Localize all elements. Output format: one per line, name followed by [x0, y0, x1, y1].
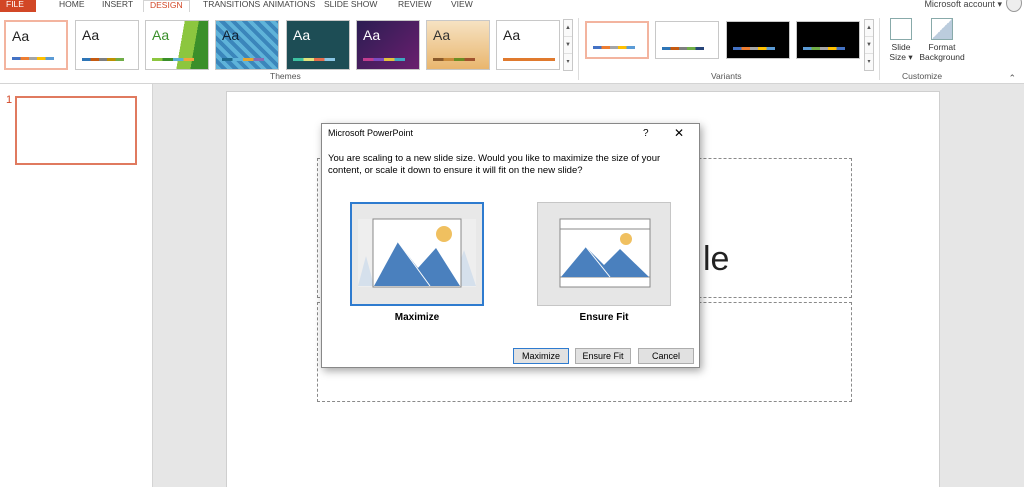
slide-thumbnail-pane: 1: [0, 84, 153, 487]
maximize-illustration-icon: [358, 218, 476, 288]
theme-office-2[interactable]: Aa: [75, 20, 139, 70]
color-strip: [433, 58, 475, 61]
slide-number: 1: [6, 94, 13, 106]
slide-size-button[interactable]: Slide Size ▾: [884, 18, 918, 62]
color-strip: [82, 58, 124, 61]
theme-office[interactable]: Aa: [4, 20, 68, 70]
ribbon: Aa Aa Aa Aa Aa Aa Aa Aa ▲ ▼ ▾ Themes ▲ ▼…: [0, 12, 1024, 84]
variants-group-label: Variants: [711, 71, 742, 81]
variant-3[interactable]: [726, 21, 790, 59]
ensure-fit-option[interactable]: [537, 202, 671, 306]
theme-retrospect[interactable]: Aa: [496, 20, 560, 70]
paint-bucket-icon: [931, 18, 953, 40]
color-strip: [222, 58, 264, 61]
theme-sample-text: Aa: [222, 27, 240, 43]
scroll-down-icon[interactable]: ▼: [865, 37, 873, 54]
tab-home[interactable]: HOME: [53, 0, 91, 12]
theme-sample-text: Aa: [503, 27, 521, 43]
more-icon[interactable]: ▾: [865, 54, 873, 71]
ensure-fit-button[interactable]: Ensure Fit: [575, 348, 631, 364]
format-background-button[interactable]: Format Background: [915, 18, 969, 62]
themes-gallery-scroll[interactable]: ▲ ▼ ▾: [563, 19, 573, 71]
theme-facet[interactable]: Aa: [145, 20, 209, 70]
tab-design[interactable]: DESIGN: [143, 0, 190, 12]
title-text: le: [703, 240, 730, 278]
color-strip: [662, 47, 704, 50]
theme-sample-text: Aa: [12, 28, 30, 44]
tab-animations[interactable]: ANIMATIONS: [257, 0, 321, 12]
color-strip: [293, 58, 335, 61]
cancel-button[interactable]: Cancel: [638, 348, 694, 364]
maximize-option-label: Maximize: [394, 312, 440, 323]
group-divider: [879, 18, 880, 80]
slide-size-icon: [890, 18, 912, 40]
scale-dialog: Microsoft PowerPoint ? ✕ You are scaling…: [321, 123, 700, 368]
avatar[interactable]: [1006, 0, 1022, 12]
theme-sample-text: Aa: [152, 27, 170, 43]
color-strip: [503, 58, 555, 61]
more-icon[interactable]: ▾: [564, 54, 572, 71]
slide-size-label: Slide Size: [889, 42, 911, 62]
scroll-up-icon[interactable]: ▲: [865, 20, 873, 37]
tab-slide-show[interactable]: SLIDE SHOW: [318, 0, 383, 12]
variant-1[interactable]: [585, 21, 649, 59]
ensure-fit-illustration-icon: [559, 218, 651, 288]
theme-ion[interactable]: Aa: [286, 20, 350, 70]
theme-sample-text: Aa: [293, 27, 311, 43]
ensure-fit-option-label: Ensure Fit: [579, 312, 629, 323]
tab-file[interactable]: FILE: [0, 0, 36, 12]
color-strip: [593, 46, 635, 49]
slide-thumbnail[interactable]: [15, 96, 137, 165]
scroll-up-icon[interactable]: ▲: [564, 20, 572, 37]
account-label: Microsoft account: [924, 0, 995, 9]
color-strip: [363, 58, 405, 61]
tab-view[interactable]: VIEW: [445, 0, 479, 12]
theme-sample-text: Aa: [433, 27, 451, 43]
dialog-message: You are scaling to a new slide size. Wou…: [328, 153, 661, 176]
ribbon-tab-bar: FILE HOME INSERT DESIGN TRANSITIONS ANIM…: [0, 0, 1024, 12]
theme-ion-boardroom[interactable]: Aa: [356, 20, 420, 70]
maximize-option[interactable]: [350, 202, 484, 306]
tab-transitions[interactable]: TRANSITIONS: [197, 0, 266, 12]
color-strip: [733, 47, 775, 50]
tab-review[interactable]: REVIEW: [392, 0, 438, 12]
format-background-label: Format Background: [919, 42, 965, 62]
close-icon[interactable]: ✕: [674, 126, 684, 140]
customize-group-label: Customize: [902, 71, 943, 81]
theme-sample-text: Aa: [363, 27, 381, 43]
color-strip: [803, 47, 845, 50]
variant-2[interactable]: [655, 21, 719, 59]
variants-gallery-scroll[interactable]: ▲ ▼ ▾: [864, 19, 874, 71]
themes-group-label: Themes: [270, 71, 301, 81]
maximize-button[interactable]: Maximize: [513, 348, 569, 364]
theme-sample-text: Aa: [82, 27, 100, 43]
tab-insert[interactable]: INSERT: [96, 0, 139, 12]
theme-integral[interactable]: Aa: [215, 20, 279, 70]
collapse-ribbon-icon[interactable]: ⌃: [1008, 73, 1016, 84]
dialog-title: Microsoft PowerPoint: [328, 128, 414, 138]
color-strip: [152, 58, 194, 61]
color-strip: [12, 57, 54, 60]
scroll-down-icon[interactable]: ▼: [564, 37, 572, 54]
group-divider: [578, 18, 579, 80]
variant-4[interactable]: [796, 21, 860, 59]
theme-organic[interactable]: Aa: [426, 20, 490, 70]
help-icon[interactable]: ?: [643, 128, 649, 139]
account-menu[interactable]: Microsoft account ▾: [924, 0, 1002, 9]
